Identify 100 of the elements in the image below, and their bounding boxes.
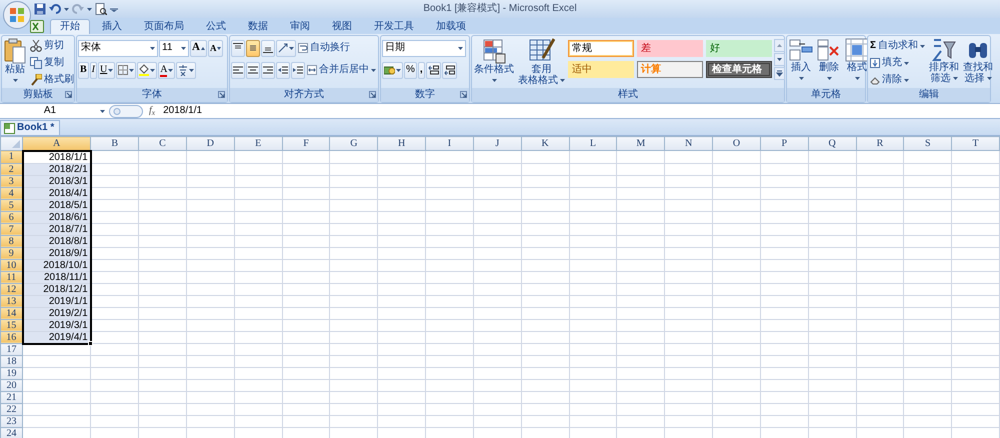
ribbon-tab[interactable]: 开发工具 bbox=[364, 19, 424, 34]
column-header[interactable]: A bbox=[22, 136, 91, 150]
scroll-down-icon[interactable] bbox=[774, 53, 785, 66]
bold-button[interactable]: B bbox=[78, 62, 89, 78]
column-header[interactable]: R bbox=[856, 136, 904, 150]
shrink-font-button[interactable]: A bbox=[208, 40, 224, 56]
dialog-launcher-icon[interactable] bbox=[369, 91, 376, 98]
decrease-indent-button[interactable] bbox=[276, 62, 290, 78]
format-as-table-button[interactable]: 套用 表格格式 bbox=[517, 38, 566, 86]
number-format-field[interactable]: 日期 bbox=[382, 40, 466, 56]
decrease-decimal-button[interactable] bbox=[442, 62, 457, 78]
more-icon[interactable] bbox=[774, 67, 785, 80]
row-header[interactable]: 1 bbox=[0, 150, 23, 163]
paste-button[interactable]: 粘贴 bbox=[3, 38, 27, 82]
row-header[interactable]: 11 bbox=[0, 271, 23, 283]
column-header[interactable]: J bbox=[473, 136, 522, 150]
increase-indent-button[interactable] bbox=[291, 62, 305, 78]
align-left-button[interactable] bbox=[231, 62, 245, 78]
cell-style-swatch[interactable]: 差 bbox=[637, 40, 703, 57]
italic-button[interactable]: I bbox=[90, 62, 98, 78]
column-header[interactable]: M bbox=[616, 136, 665, 150]
row-header[interactable]: 5 bbox=[0, 199, 23, 211]
row-header[interactable]: 23 bbox=[0, 416, 23, 428]
format-painter-button[interactable]: 格式刷 bbox=[29, 72, 75, 88]
clear-button[interactable]: 清除 bbox=[869, 72, 926, 88]
column-header[interactable]: O bbox=[712, 136, 760, 150]
column-header[interactable]: S bbox=[904, 136, 952, 150]
comma-button[interactable]: , bbox=[418, 62, 425, 78]
row-header[interactable]: 14 bbox=[0, 307, 23, 319]
phonetic-button[interactable] bbox=[176, 62, 196, 78]
font-color-button[interactable]: A bbox=[158, 62, 176, 78]
row-header[interactable]: 17 bbox=[0, 344, 23, 356]
column-header[interactable]: K bbox=[521, 136, 570, 150]
fill-handle[interactable] bbox=[88, 340, 93, 346]
dialog-launcher-icon[interactable] bbox=[218, 91, 225, 98]
delete-cells-button[interactable]: 删除 bbox=[816, 38, 842, 80]
vertical-align-button[interactable] bbox=[246, 40, 260, 56]
ribbon-tab[interactable]: 加载项 bbox=[426, 19, 476, 34]
ribbon-tab[interactable]: 视图 bbox=[322, 19, 362, 34]
row-header[interactable]: 8 bbox=[0, 235, 23, 247]
grow-font-button[interactable]: A bbox=[190, 40, 207, 56]
autosum-button[interactable]: Σ 自动求和 bbox=[869, 38, 926, 54]
excel-icon[interactable] bbox=[30, 20, 44, 32]
underline-button[interactable]: U bbox=[98, 62, 116, 78]
column-header[interactable]: Q bbox=[808, 136, 856, 150]
column-header[interactable]: C bbox=[138, 136, 186, 150]
ribbon-tab[interactable]: 插入 bbox=[92, 19, 132, 34]
row-header[interactable]: 9 bbox=[0, 247, 23, 259]
column-header[interactable]: G bbox=[330, 136, 378, 150]
row-header[interactable]: 15 bbox=[0, 319, 23, 331]
cell-style-swatch[interactable]: 常规 bbox=[568, 40, 634, 57]
currency-button[interactable] bbox=[382, 62, 403, 78]
save-icon[interactable] bbox=[34, 3, 46, 15]
row-header[interactable]: 3 bbox=[0, 175, 23, 187]
row-header[interactable]: 10 bbox=[0, 259, 23, 271]
increase-decimal-button[interactable] bbox=[426, 62, 441, 78]
ribbon-tab[interactable]: 页面布局 bbox=[134, 19, 194, 34]
row-header[interactable]: 16 bbox=[0, 331, 23, 344]
row-header[interactable]: 13 bbox=[0, 295, 23, 307]
insert-function-button[interactable]: f$_{x}$ bbox=[149, 105, 156, 117]
column-header[interactable]: T bbox=[952, 136, 1000, 150]
vertical-align-button[interactable] bbox=[231, 40, 245, 56]
column-header[interactable]: B bbox=[90, 136, 139, 150]
row-header[interactable]: 12 bbox=[0, 283, 23, 295]
align-center-button[interactable] bbox=[246, 62, 260, 78]
ribbon-tab[interactable]: 公式 bbox=[196, 19, 236, 34]
row-header[interactable]: 20 bbox=[0, 380, 23, 392]
column-header[interactable]: D bbox=[186, 136, 234, 150]
row-header[interactable]: 21 bbox=[0, 392, 23, 404]
align-right-button[interactable] bbox=[261, 62, 275, 78]
cut-button[interactable]: 剪切 bbox=[29, 38, 75, 54]
dialog-launcher-icon[interactable] bbox=[65, 91, 72, 98]
merge-center-button[interactable]: 合并后居中 bbox=[306, 62, 377, 78]
name-box[interactable]: A1 bbox=[0, 105, 100, 117]
cell-style-swatch[interactable]: 好 bbox=[706, 40, 772, 57]
font-size-field[interactable]: 11 bbox=[159, 40, 189, 56]
dialog-launcher-icon[interactable] bbox=[460, 91, 467, 98]
fill-color-button[interactable] bbox=[137, 62, 158, 78]
formula-field[interactable]: 2018/1/1 bbox=[163, 105, 202, 117]
row-header[interactable]: 2 bbox=[0, 163, 23, 175]
column-header[interactable]: I bbox=[426, 136, 474, 150]
find-select-button[interactable]: 查找和 选择 bbox=[962, 38, 994, 84]
percent-button[interactable]: % bbox=[404, 62, 417, 78]
column-header[interactable]: N bbox=[664, 136, 713, 150]
cell-style-swatch[interactable]: 适中 bbox=[568, 61, 634, 78]
column-header[interactable]: L bbox=[569, 136, 617, 150]
insert-cells-button[interactable]: 插入 bbox=[788, 38, 814, 80]
column-header[interactable]: F bbox=[282, 136, 330, 150]
row-header[interactable]: 18 bbox=[0, 356, 23, 368]
customize-caret-icon[interactable] bbox=[110, 6, 118, 12]
fill-button[interactable]: 填充 bbox=[869, 55, 926, 71]
font-name-field[interactable]: 宋体 bbox=[78, 40, 158, 56]
ribbon-tab[interactable]: 审阅 bbox=[280, 19, 320, 34]
row-header[interactable]: 6 bbox=[0, 211, 23, 223]
row-header[interactable]: 24 bbox=[0, 428, 23, 438]
undo-icon[interactable] bbox=[49, 3, 61, 15]
wrap-text-button[interactable]: 自动换行 bbox=[297, 40, 351, 56]
column-header[interactable]: H bbox=[378, 136, 426, 150]
ribbon-tab[interactable]: 数据 bbox=[238, 19, 278, 34]
column-header[interactable]: E bbox=[234, 136, 282, 150]
